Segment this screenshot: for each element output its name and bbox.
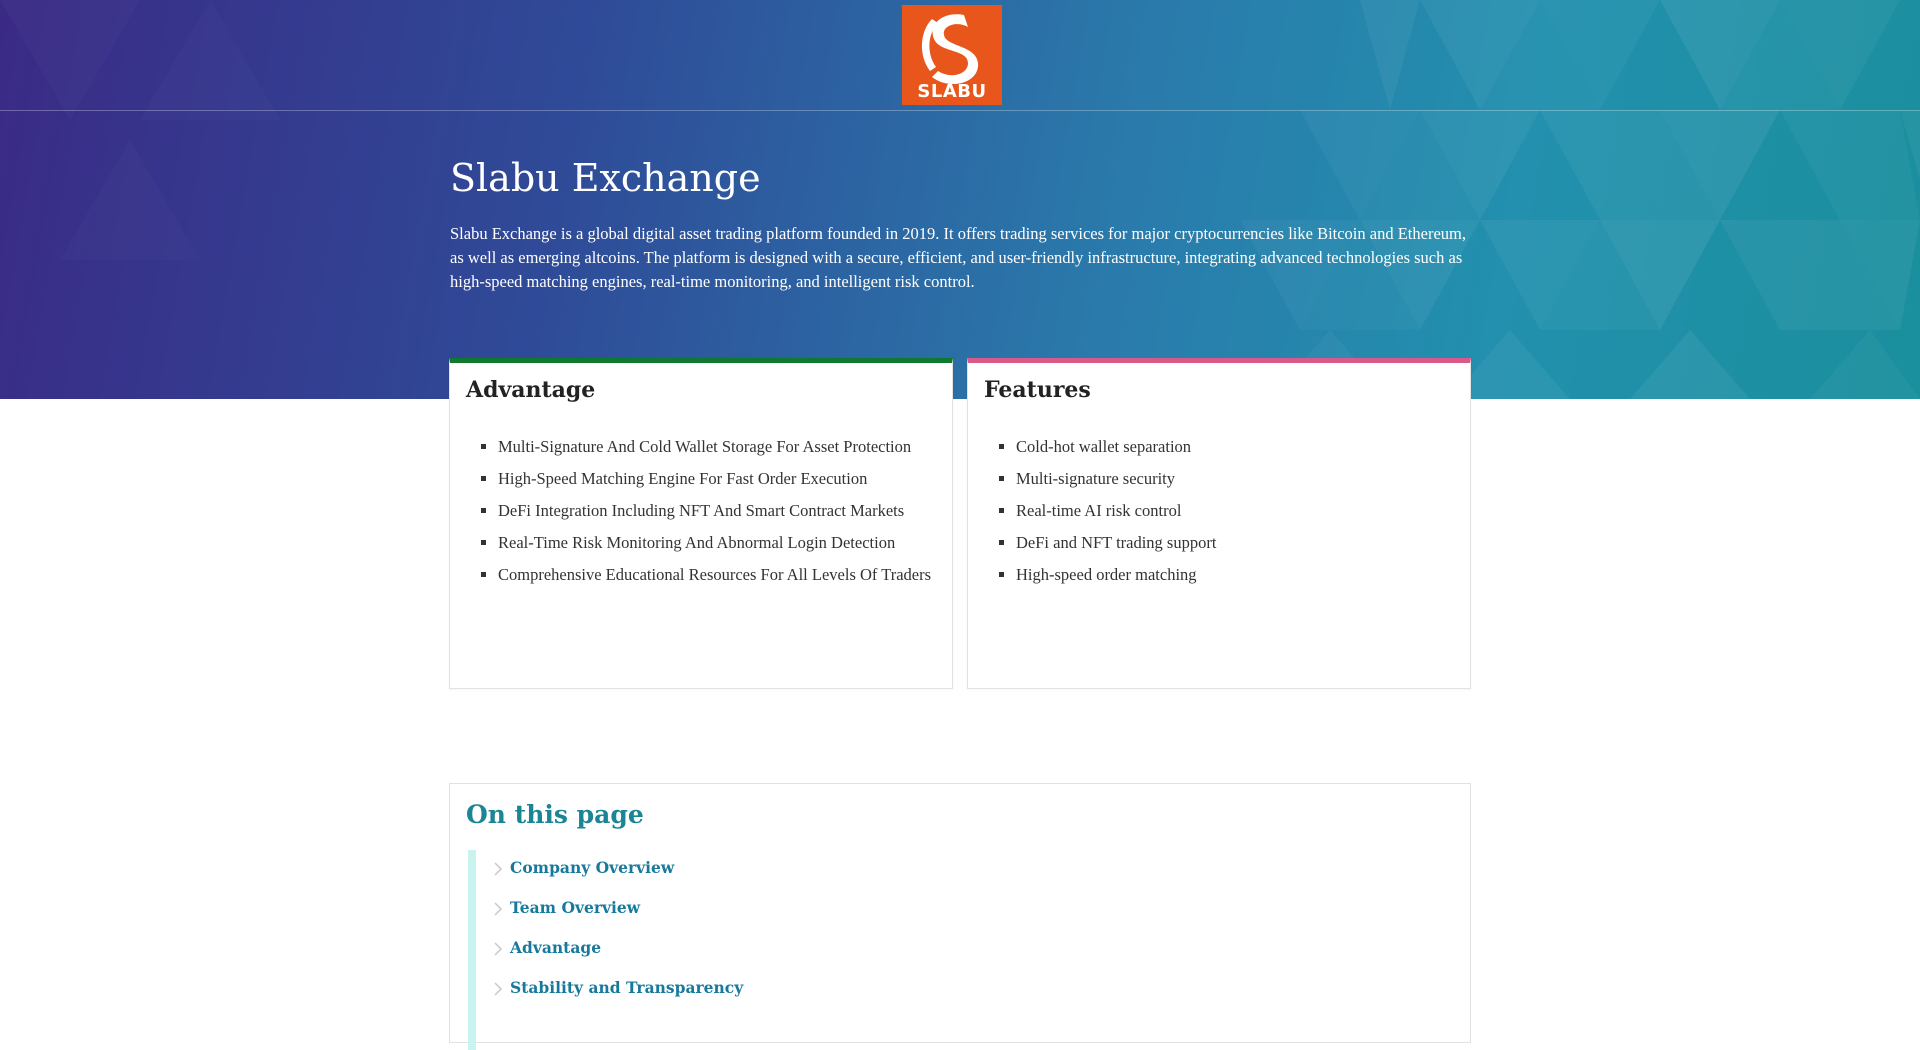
toc-item-team-overview: Team Overview — [490, 898, 743, 938]
hero-banner: SLABU Slabu Exchange Slabu Exchange is a… — [0, 0, 1920, 399]
list-item: Multi-Signature And Cold Wallet Storage … — [498, 435, 938, 459]
list-item: Multi-signature security — [1016, 467, 1456, 491]
features-list: Cold-hot wallet separation Multi-signatu… — [1016, 435, 1456, 595]
advantage-list: Multi-Signature And Cold Wallet Storage … — [498, 435, 938, 595]
toc-link-team-overview[interactable]: Team Overview — [510, 898, 640, 917]
slabu-logo[interactable]: SLABU — [902, 5, 1002, 105]
features-card: Features Cold-hot wallet separation Mult… — [967, 358, 1471, 689]
toc-list: Company Overview Team Overview Advantage… — [490, 858, 743, 1018]
features-title: Features — [984, 377, 1091, 403]
toc-link-stability-and-transparency[interactable]: Stability and Transparency — [510, 978, 743, 997]
top-header: SLABU — [0, 0, 1920, 111]
toc-accent-bar — [468, 850, 476, 1050]
toc-item-advantage: Advantage — [490, 938, 743, 978]
advantage-card: Advantage Multi-Signature And Cold Walle… — [449, 358, 953, 689]
list-item: Cold-hot wallet separation — [1016, 435, 1456, 459]
list-item: High-Speed Matching Engine For Fast Orde… — [498, 467, 938, 491]
toc-link-advantage[interactable]: Advantage — [510, 938, 601, 957]
toc-link-company-overview[interactable]: Company Overview — [510, 858, 674, 877]
chevron-right-icon — [494, 942, 503, 956]
chevron-right-icon — [494, 982, 503, 996]
logo-text: SLABU — [917, 81, 987, 102]
toc-item-stability-and-transparency: Stability and Transparency — [490, 978, 743, 1018]
table-of-contents: On this page Company Overview Team Overv… — [449, 783, 1471, 1050]
advantage-title: Advantage — [466, 377, 596, 403]
list-item: Real-time AI risk control — [1016, 499, 1456, 523]
chevron-right-icon — [494, 862, 503, 876]
list-item: DeFi Integration Including NFT And Smart… — [498, 499, 938, 523]
toc-title: On this page — [466, 800, 644, 829]
page-title: Slabu Exchange — [450, 156, 761, 200]
list-item: Real-Time Risk Monitoring And Abnormal L… — [498, 531, 938, 555]
list-item: Comprehensive Educational Resources For … — [498, 563, 938, 587]
hero-description: Slabu Exchange is a global digital asset… — [450, 224, 1466, 291]
toc-item-company-overview: Company Overview — [490, 858, 743, 898]
list-item: High-speed order matching — [1016, 563, 1456, 587]
list-item: DeFi and NFT trading support — [1016, 531, 1456, 555]
chevron-right-icon — [494, 902, 503, 916]
